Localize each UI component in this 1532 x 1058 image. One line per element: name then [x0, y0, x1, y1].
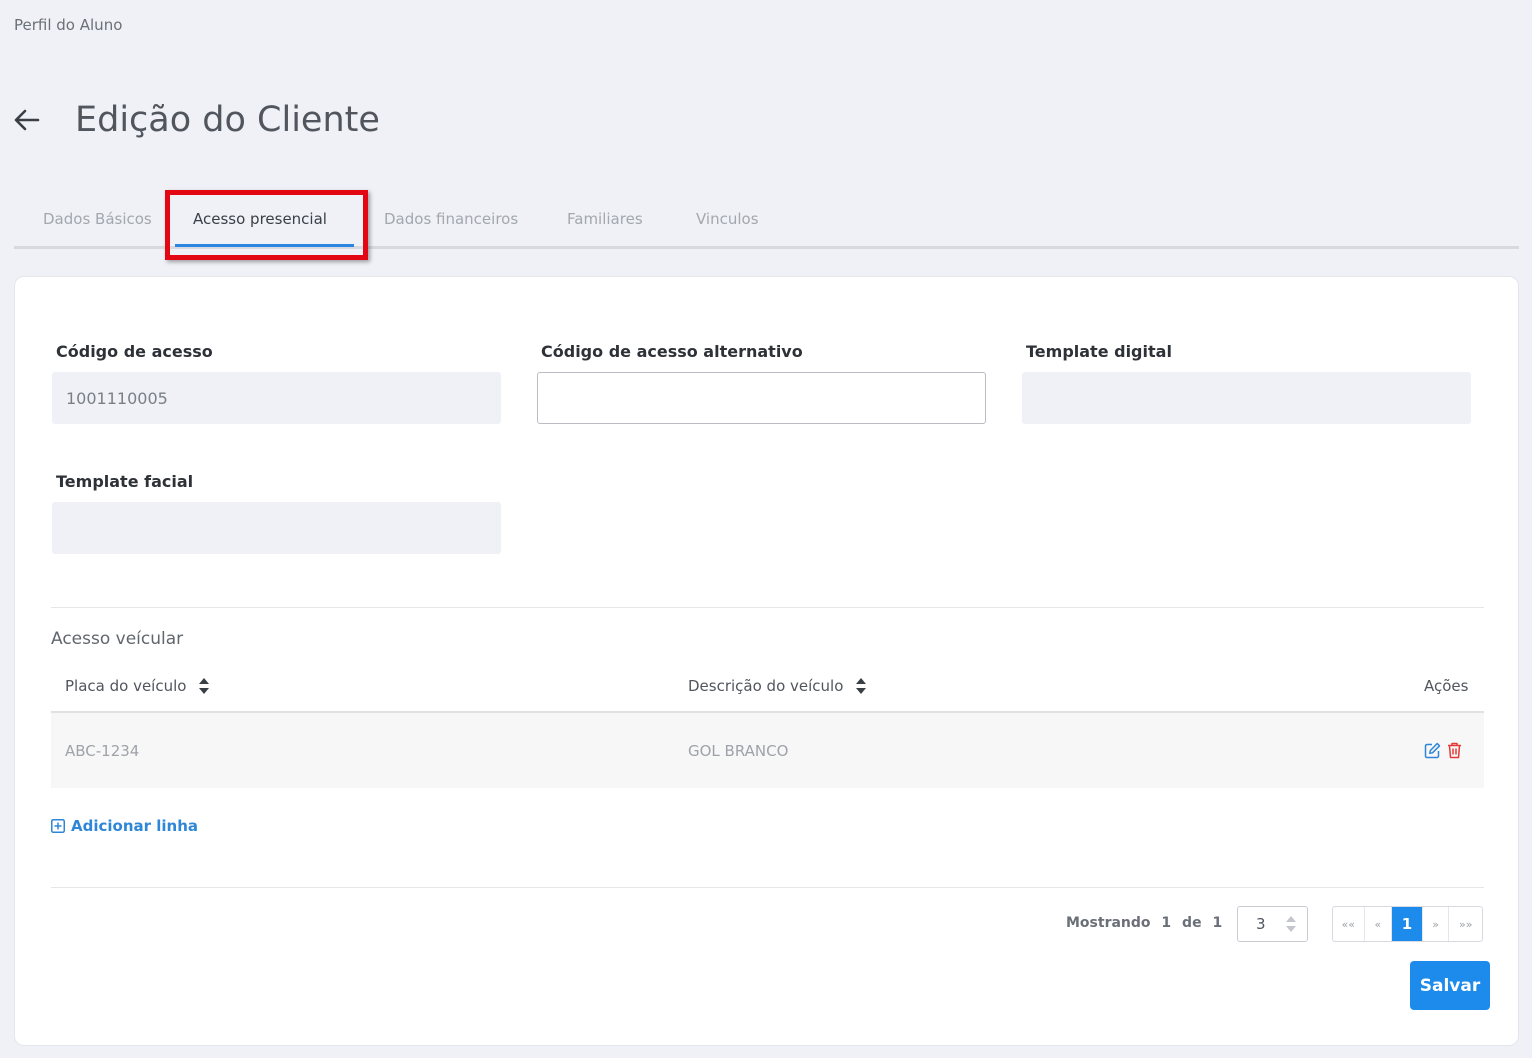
spinner-icon[interactable]	[1285, 915, 1297, 937]
active-tab-indicator	[175, 244, 354, 247]
sort-icon[interactable]	[855, 677, 867, 695]
prev-page-button[interactable]: «	[1365, 907, 1393, 941]
column-header-plate-label: Placa do veículo	[65, 677, 187, 695]
pagination-summary: Mostrando 1 de 1	[1063, 915, 1225, 931]
footer-divider	[51, 887, 1484, 888]
tab-acesso-presencial[interactable]: Acesso presencial	[193, 210, 327, 228]
page-size-stepper[interactable]: 3	[1237, 906, 1308, 942]
alt-access-code-label: Código de acesso alternativo	[541, 342, 803, 361]
facial-template-label: Template facial	[56, 472, 194, 491]
tab-dados-basicos[interactable]: Dados Básicos	[43, 210, 152, 228]
first-page-button[interactable]: ««	[1333, 907, 1365, 941]
plus-square-icon	[51, 819, 65, 833]
showing-current: 1	[1161, 915, 1172, 931]
tab-vinculos[interactable]: Vinculos	[696, 210, 759, 228]
last-page-button[interactable]: »»	[1449, 907, 1482, 941]
edit-icon[interactable]	[1424, 742, 1441, 763]
access-card: Código de acesso 1001110005 Código de ac…	[14, 276, 1519, 1046]
showing-label: Mostrando	[1066, 915, 1151, 931]
add-row-label: Adicionar linha	[71, 817, 199, 835]
sort-icon[interactable]	[198, 677, 210, 695]
tab-familiares[interactable]: Familiares	[567, 210, 643, 228]
section-divider	[51, 607, 1484, 608]
column-header-description[interactable]: Descrição do veículo	[688, 677, 867, 695]
column-header-description-label: Descrição do veículo	[688, 677, 844, 695]
trash-icon[interactable]	[1447, 742, 1462, 763]
digital-template-field	[1022, 372, 1471, 424]
tab-bar: Dados Básicos Acesso presencial Dados fi…	[14, 198, 1519, 249]
vehicle-section-title: Acesso veícular	[51, 629, 184, 649]
showing-total: 1	[1212, 915, 1223, 931]
pagination: «« « 1 » »»	[1332, 906, 1483, 942]
next-page-button[interactable]: »	[1423, 907, 1450, 941]
access-code-field: 1001110005	[52, 372, 501, 424]
breadcrumb: Perfil do Aluno	[14, 16, 123, 34]
back-button[interactable]	[14, 96, 46, 144]
vehicle-plate-cell: ABC-1234	[65, 742, 140, 760]
page-header: Edição do Cliente	[14, 96, 380, 144]
add-row-button[interactable]: Adicionar linha	[51, 817, 198, 835]
column-header-actions: Ações	[1424, 677, 1469, 695]
tab-dados-financeiros[interactable]: Dados financeiros	[384, 210, 518, 228]
alt-access-code-input[interactable]	[537, 372, 986, 424]
digital-template-label: Template digital	[1026, 342, 1172, 361]
facial-template-field	[52, 502, 501, 554]
page-1-button[interactable]: 1	[1392, 907, 1423, 941]
arrow-left-icon	[14, 109, 40, 131]
showing-of-label: de	[1182, 915, 1202, 931]
page-title: Edição do Cliente	[75, 100, 380, 140]
page-size-value: 3	[1256, 915, 1266, 933]
save-button[interactable]: Salvar	[1410, 961, 1490, 1010]
access-code-label: Código de acesso	[56, 342, 213, 361]
vehicle-description-cell: GOL BRANCO	[688, 742, 789, 760]
column-header-plate[interactable]: Placa do veículo	[65, 677, 210, 695]
